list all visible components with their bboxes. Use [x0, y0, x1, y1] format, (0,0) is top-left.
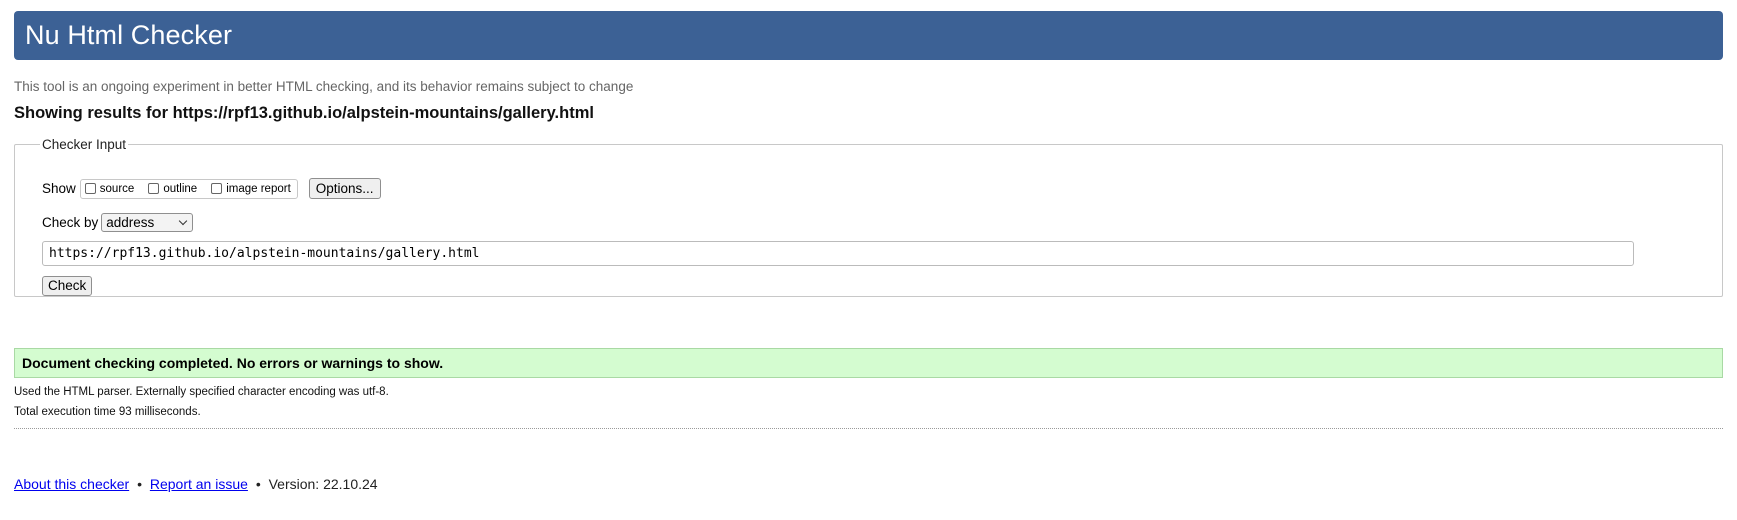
version-text: Version: 22.10.24: [268, 476, 378, 492]
outline-checkbox-option[interactable]: outline: [148, 183, 197, 195]
parser-note: Used the HTML parser. Externally specifi…: [14, 386, 389, 398]
checker-input-fieldset: Checker Input Show source outline image …: [14, 137, 1723, 297]
check-by-label: Check by: [42, 215, 99, 230]
options-button[interactable]: Options...: [308, 178, 381, 199]
image-report-checkbox-option[interactable]: image report: [211, 183, 291, 195]
execution-time: Total execution time 93 milliseconds.: [14, 406, 201, 418]
show-checkbox-group: source outline image report: [79, 178, 298, 199]
page: Nu Html Checker This tool is an ongoing …: [0, 0, 1737, 520]
success-message: Document checking completed. No errors o…: [14, 348, 1723, 378]
experiment-notice: This tool is an ongoing experiment in be…: [14, 79, 634, 94]
about-checker-link[interactable]: About this checker: [14, 476, 129, 492]
source-checkbox[interactable]: [84, 183, 96, 194]
footer-bullet: •: [137, 476, 142, 492]
show-options-row: Show source outline image report Options…: [42, 178, 381, 199]
image-report-checkbox-label: image report: [226, 182, 291, 195]
show-label: Show: [42, 181, 76, 196]
checker-input-legend: Checker Input: [42, 137, 127, 152]
app-title: Nu Html Checker: [25, 20, 233, 50]
header-banner: Nu Html Checker: [14, 11, 1723, 60]
check-by-selected-value: address: [106, 215, 155, 230]
outline-checkbox-label: outline: [163, 182, 198, 195]
footer: About this checker • Report an issue • V…: [14, 476, 378, 492]
divider: [14, 428, 1723, 429]
source-checkbox-option[interactable]: source: [84, 182, 135, 195]
check-by-row: Check by address: [42, 213, 194, 232]
url-input[interactable]: https://rpf13.github.io/alpstein-mountai…: [42, 241, 1634, 266]
chevron-down-icon: [179, 216, 188, 226]
source-checkbox-label: source: [99, 182, 135, 195]
report-issue-link[interactable]: Report an issue: [150, 476, 248, 492]
check-by-select[interactable]: address: [101, 213, 194, 232]
outline-checkbox[interactable]: [148, 183, 160, 194]
footer-bullet: •: [255, 476, 261, 492]
results-heading: Showing results for https://rpf13.github…: [14, 104, 594, 122]
image-report-checkbox[interactable]: [211, 183, 223, 194]
check-button[interactable]: Check: [42, 276, 93, 296]
